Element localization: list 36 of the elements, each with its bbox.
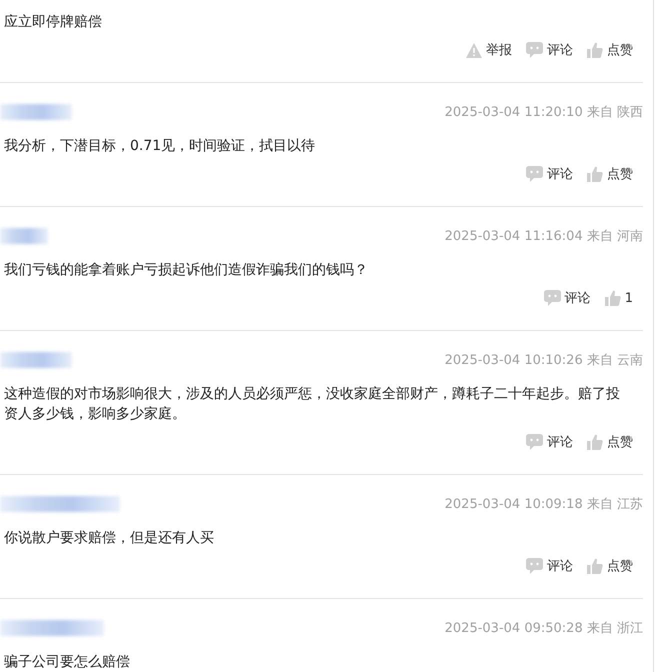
blurred-username <box>0 352 72 368</box>
comment-button[interactable]: 评论 <box>526 433 573 451</box>
like-button[interactable]: 1 <box>604 290 633 306</box>
report-button[interactable]: 举报 <box>466 41 512 59</box>
comment-text: 我分析，下潜目标，0.71见，时间验证，拭目以待 <box>4 137 316 156</box>
thumbs-up-icon <box>587 558 603 574</box>
like-button[interactable]: 点赞 <box>587 165 633 183</box>
comment-button[interactable]: 评论 <box>544 289 591 307</box>
speech-bubble-icon <box>526 434 543 450</box>
comment-button[interactable]: 评论 <box>526 557 573 575</box>
comment-meta: 2025-03-04 10:10:26 来自 云南 <box>444 352 643 369</box>
speech-bubble-icon <box>526 42 543 58</box>
thumbs-up-icon <box>587 434 603 450</box>
comment-text: 这种造假的对市场影响很大，涉及的人员必须严惩，没收家庭全部财产，蹲耗子二十年起步。赔了投资人多少钱，影响多少家庭。 <box>4 385 621 424</box>
comment-meta: 2025-03-04 10:09:18 来自 江苏 <box>444 496 643 513</box>
thumbs-up-icon <box>604 290 621 306</box>
speech-bubble-icon <box>526 166 543 182</box>
comment-meta: 2025-03-04 11:20:10 来自 陕西 <box>444 104 643 121</box>
comment-button[interactable]: 评论 <box>526 41 573 59</box>
like-button[interactable]: 点赞 <box>587 41 633 59</box>
comment-meta: 2025-03-04 11:16:04 来自 河南 <box>444 228 643 245</box>
blurred-username <box>0 228 48 244</box>
comment-meta: 2025-03-04 09:50:28 来自 浙江 <box>444 620 643 637</box>
comment-button[interactable]: 评论 <box>526 165 573 183</box>
comment-text: 骗子公司要怎么赔偿 <box>4 653 131 672</box>
speech-bubble-icon <box>526 558 543 574</box>
thumbs-up-icon <box>587 166 603 182</box>
like-button[interactable]: 点赞 <box>587 557 633 575</box>
warning-icon <box>466 42 482 58</box>
comment-text: 我们亏钱的能拿着账户亏损起诉他们造假诈骗我们的钱吗？ <box>4 261 369 280</box>
blurred-username <box>0 104 72 120</box>
thumbs-up-icon <box>587 42 603 58</box>
comment-text: 应立即停牌赔偿 <box>4 13 103 32</box>
like-button[interactable]: 点赞 <box>587 433 633 451</box>
comment-text: 你说散户要求赔偿，但是还有人买 <box>4 529 215 548</box>
speech-bubble-icon <box>544 290 561 306</box>
